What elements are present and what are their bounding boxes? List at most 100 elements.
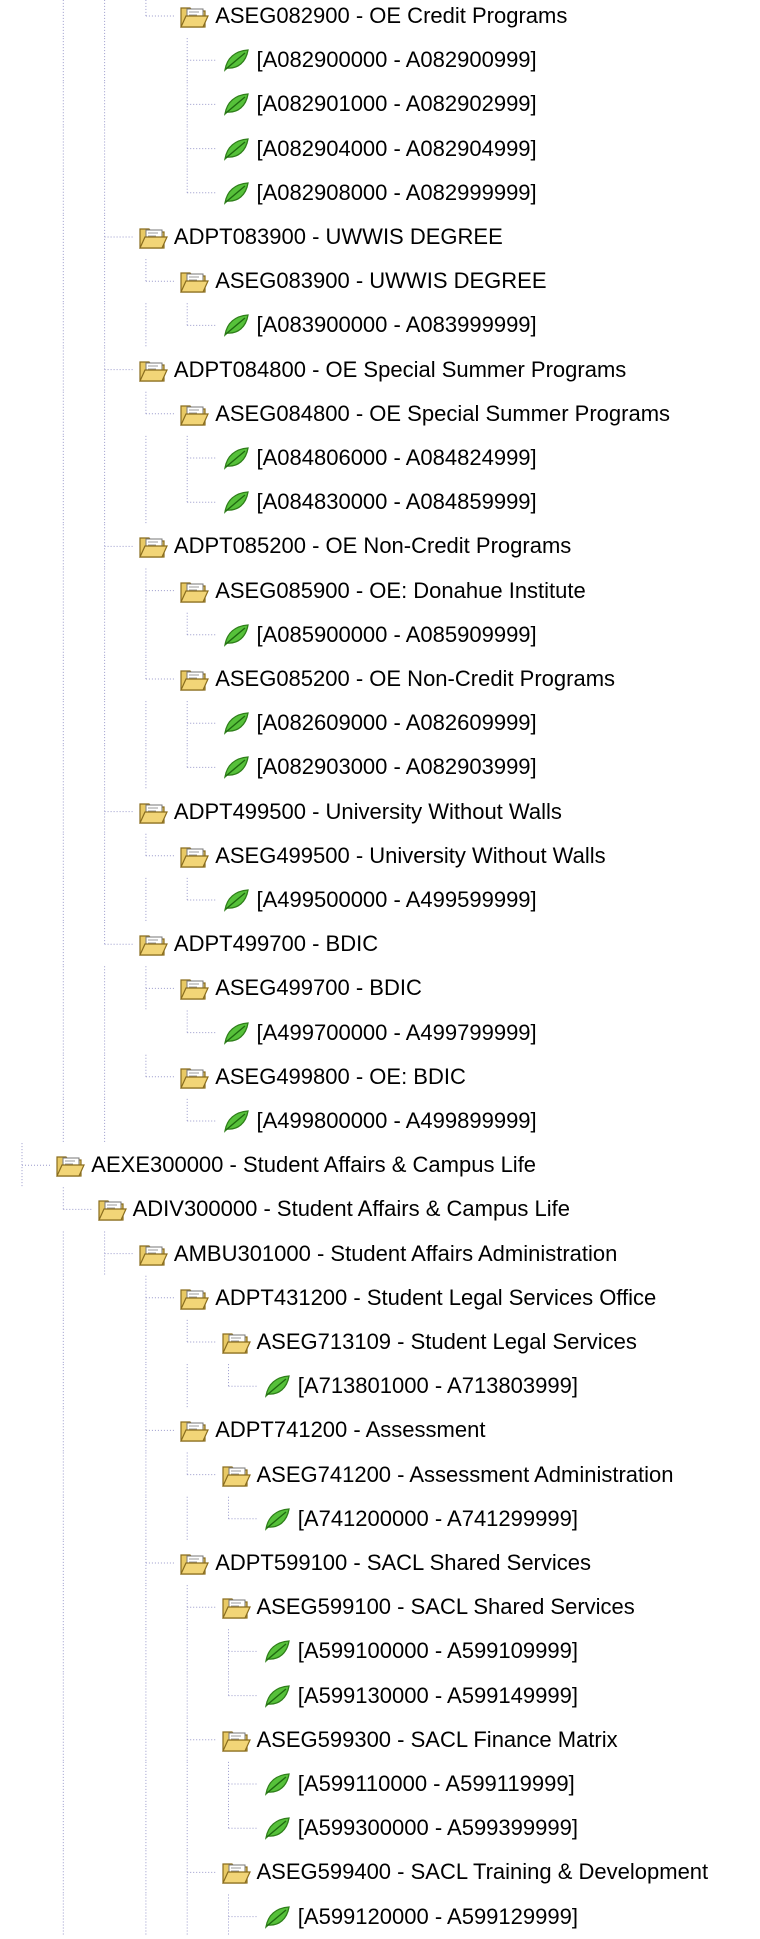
tree-node-folder[interactable]: ASEG599300 - SACL Finance Matrix	[221, 1718, 618, 1762]
leaf-icon	[221, 46, 251, 74]
tree-node-folder[interactable]: ASEG741200 - Assessment Administration	[221, 1453, 674, 1497]
tree-node-leaf[interactable]: [A741200000 - A741299999]	[262, 1497, 578, 1541]
open-folder-icon	[138, 1240, 168, 1268]
open-folder-icon	[138, 223, 168, 251]
open-folder-icon	[138, 798, 168, 826]
tree-node-label: ASEG082900 - OE Credit Programs	[215, 3, 568, 28]
tree-node-label: ADPT431200 - Student Legal Services Offi…	[215, 1284, 657, 1310]
leaf-icon	[221, 886, 251, 914]
leaf-icon	[221, 621, 251, 649]
open-folder-icon	[179, 1416, 210, 1444]
tree-node-label: [A082901000 - A082902999]	[256, 91, 537, 117]
tree-node-label: [A499700000 - A499799999]	[256, 1019, 537, 1045]
open-folder-icon	[138, 532, 168, 560]
tree-node-label: ADPT499500 - University Without Walls	[173, 798, 562, 824]
tree-node-leaf[interactable]: [A599130000 - A599149999]	[262, 1674, 578, 1718]
leaf-icon	[262, 1637, 292, 1665]
tree-node-folder[interactable]: ASEG085900 - OE: Donahue Institute	[179, 569, 586, 613]
tree-node-folder[interactable]: ADPT431200 - Student Legal Services Offi…	[179, 1276, 656, 1320]
tree-node-leaf[interactable]: [A082900000 - A082900999]	[221, 38, 537, 82]
leaf-icon	[221, 753, 251, 781]
open-folder-icon	[179, 974, 210, 1002]
tree-node-leaf[interactable]: [A084830000 - A084859999]	[221, 480, 537, 524]
tree-node-leaf[interactable]: [A599100000 - A599109999]	[262, 1629, 578, 1673]
tree-node-label: ADPT083900 - UWWIS DEGREE	[173, 224, 503, 249]
leaf-icon	[221, 135, 251, 163]
tree-node-leaf[interactable]: [A599300000 - A599399999]	[262, 1806, 578, 1850]
tree-node-folder[interactable]: ASEG499500 - University Without Walls	[179, 834, 606, 878]
open-folder-icon	[138, 356, 168, 384]
tree-node-leaf[interactable]: [A082908000 - A082999999]	[221, 171, 537, 215]
tree-node-leaf[interactable]: [A082903000 - A082903999]	[221, 745, 537, 789]
open-folder-icon	[179, 2, 210, 30]
tree-node-label: [A599300000 - A599399999]	[297, 1815, 578, 1841]
tree-node-folder[interactable]: ASEG084800 - OE Special Summer Programs	[179, 392, 670, 436]
open-folder-icon	[179, 1063, 210, 1091]
tree-node-label: AMBU301000 - Student Affairs Administrat…	[173, 1240, 618, 1266]
tree-node-leaf[interactable]: [A499700000 - A499799999]	[221, 1011, 537, 1055]
tree-node-label: ASEG599300 - SACL Finance Matrix	[256, 1726, 618, 1752]
tree-node-folder[interactable]: ADPT084800 - OE Special Summer Programs	[138, 348, 626, 392]
leaf-icon	[221, 311, 251, 339]
open-folder-icon	[55, 1151, 86, 1179]
tree-node-folder[interactable]: ADPT085200 - OE Non-Credit Programs	[138, 524, 571, 568]
tree-node-label: [A085900000 - A085909999]	[256, 621, 537, 647]
tree-node-leaf[interactable]: [A084806000 - A084824999]	[221, 436, 537, 480]
open-folder-icon	[138, 930, 168, 958]
tree-node-label: ASEG499800 - OE: BDIC	[215, 1063, 466, 1089]
tree-node-folder[interactable]: ASEG083900 - UWWIS DEGREE	[179, 259, 547, 303]
tree-node-label: [A599120000 - A599129999]	[297, 1903, 578, 1929]
leaf-icon	[262, 1682, 292, 1710]
tree-node-folder[interactable]: ADPT083900 - UWWIS DEGREE	[138, 215, 503, 259]
tree-node-folder[interactable]: AEXE300000 - Student Affairs & Campus Li…	[55, 1143, 536, 1187]
tree-node-folder[interactable]: ADIV300000 - Student Affairs & Campus Li…	[97, 1187, 570, 1231]
open-folder-icon	[221, 1328, 251, 1356]
tree-node-label: ADPT085200 - OE Non-Credit Programs	[173, 533, 572, 559]
tree-node-label: ASEG499500 - University Without Walls	[215, 842, 606, 868]
tree-node-label: ASEG741200 - Assessment Administration	[256, 1461, 674, 1487]
tree-node-leaf[interactable]: [A713801000 - A713803999]	[262, 1364, 578, 1408]
leaf-icon	[221, 1019, 251, 1047]
tree-node-leaf[interactable]: [A083900000 - A083999999]	[221, 303, 537, 347]
tree-node-leaf[interactable]: [A599120000 - A599129999]	[262, 1895, 578, 1939]
tree-node-folder[interactable]: AMBU301000 - Student Affairs Administrat…	[138, 1232, 618, 1276]
tree-node-folder[interactable]: ADPT499700 - BDIC	[138, 922, 378, 966]
tree-node-folder[interactable]: ASEG599400 - SACL Training & Development	[221, 1850, 708, 1894]
tree-node-folder[interactable]: ASEG599100 - SACL Shared Services	[221, 1585, 635, 1629]
tree-node-leaf[interactable]: [A082901000 - A082902999]	[221, 82, 537, 126]
tree-node-folder[interactable]: ASEG499700 - BDIC	[179, 966, 422, 1010]
tree-node-leaf[interactable]: [A082904000 - A082904999]	[221, 127, 537, 171]
tree-node-label: ASEG083900 - UWWIS DEGREE	[215, 268, 547, 294]
leaf-icon	[221, 488, 251, 516]
tree-node-label: [A082908000 - A082999999]	[256, 179, 537, 205]
tree-node-leaf[interactable]: [A082609000 - A082609999]	[221, 701, 537, 745]
tree-node-folder[interactable]: ASEG082900 - OE Credit Programs	[179, 0, 567, 38]
leaf-icon	[221, 444, 251, 472]
tree-node-label: [A082900000 - A082900999]	[256, 47, 537, 73]
tree-node-folder[interactable]: ADPT741200 - Assessment	[179, 1408, 485, 1452]
tree-node-label: ASEG084800 - OE Special Summer Programs	[215, 400, 671, 426]
open-folder-icon	[97, 1195, 127, 1223]
leaf-icon	[221, 179, 251, 207]
tree-node-label: ADPT084800 - OE Special Summer Programs	[173, 356, 627, 382]
tree-node-label: [A713801000 - A713803999]	[297, 1373, 578, 1399]
tree-node-leaf[interactable]: [A499800000 - A499899999]	[221, 1099, 537, 1143]
open-folder-icon	[179, 842, 210, 870]
tree-node-leaf[interactable]: [A499500000 - A499599999]	[221, 878, 537, 922]
tree-node-folder[interactable]: ADPT599100 - SACL Shared Services	[179, 1541, 591, 1585]
tree-node-folder[interactable]: ASEG499800 - OE: BDIC	[179, 1055, 466, 1099]
tree-node-folder[interactable]: ASEG713109 - Student Legal Services	[221, 1320, 637, 1364]
tree-node-label: [A084830000 - A084859999]	[256, 489, 537, 515]
tree-node-leaf[interactable]: [A599110000 - A599119999]	[262, 1762, 575, 1806]
open-folder-icon	[179, 665, 210, 693]
open-folder-icon	[221, 1461, 251, 1489]
tree-node-folder[interactable]: ADPT499500 - University Without Walls	[138, 790, 562, 834]
tree-node-label: [A599110000 - A599119999]	[297, 1771, 575, 1796]
tree-node-folder[interactable]: ASEG085200 - OE Non-Credit Programs	[179, 657, 615, 701]
open-folder-icon	[179, 400, 210, 428]
tree-node-label: AEXE300000 - Student Affairs & Campus Li…	[91, 1152, 537, 1178]
tree-node-leaf[interactable]: [A085900000 - A085909999]	[221, 613, 537, 657]
tree-node-label: ASEG085200 - OE Non-Credit Programs	[215, 666, 616, 691]
open-folder-icon	[179, 1549, 210, 1577]
tree-node-label: [A082903000 - A082903999]	[256, 754, 537, 780]
